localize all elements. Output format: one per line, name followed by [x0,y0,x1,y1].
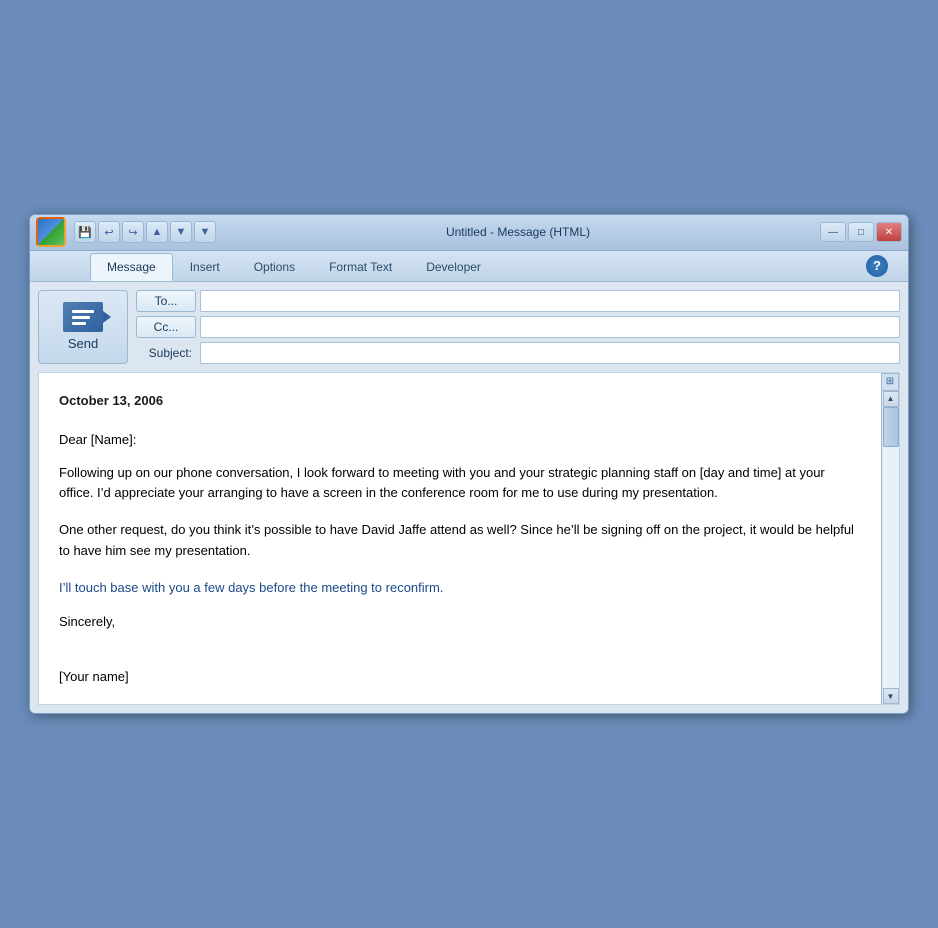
icon-line-2 [72,316,90,319]
email-closing: Sincerely, [59,614,857,629]
email-paragraph-1: Following up on our phone conversation, … [59,463,857,505]
scroll-top-icon[interactable]: ⊞ [881,373,899,391]
minimize-button[interactable]: — [820,222,846,242]
cc-row: Cc... [136,316,900,338]
office-logo [36,217,66,247]
icon-line-3 [72,322,86,325]
save-button[interactable]: 💾 [74,221,96,243]
to-input[interactable] [200,290,900,312]
subject-label: Subject: [136,346,196,360]
tab-format-text[interactable]: Format Text [312,253,409,281]
to-button[interactable]: To... [136,290,196,312]
email-paragraph-2: One other request, do you think it’s pos… [59,520,857,562]
tab-developer[interactable]: Developer [409,253,498,281]
subject-row: Subject: [136,342,900,364]
email-content[interactable]: October 13, 2006 Dear [Name]: Following … [39,373,881,705]
tab-message[interactable]: Message [90,253,173,281]
window-controls: — □ ✕ [820,222,902,242]
email-signature: [Your name] [59,669,857,684]
email-date: October 13, 2006 [59,393,857,408]
undo-button[interactable]: ↩ [98,221,120,243]
scroll-track [883,407,899,689]
send-label: Send [68,336,98,351]
to-row: To... [136,290,900,312]
subject-input[interactable] [200,342,900,364]
window-title: Untitled - Message (HTML) [220,225,816,239]
title-bar: 💾 ↩ ↪ ▲ ▼ ▼ Untitled - Message (HTML) — … [30,215,908,251]
email-header: Send To... Cc... Subject: [30,282,908,372]
cc-button[interactable]: Cc... [136,316,196,338]
email-paragraph-3: I’ll touch base with you a few days befo… [59,578,857,599]
down-button[interactable]: ▼ [170,221,192,243]
send-icon [63,302,103,332]
scroll-up-button[interactable]: ▲ [883,391,899,407]
ribbon-tabs: Message Insert Options Format Text Devel… [30,251,908,282]
outlook-window: 💾 ↩ ↪ ▲ ▼ ▼ Untitled - Message (HTML) — … [29,214,909,715]
close-button[interactable]: ✕ [876,222,902,242]
tab-options[interactable]: Options [237,253,312,281]
email-salutation: Dear [Name]: [59,432,857,447]
redo-button[interactable]: ↪ [122,221,144,243]
icon-line-1 [72,310,94,313]
maximize-button[interactable]: □ [848,222,874,242]
customize-qat-button[interactable]: ▼ [194,221,216,243]
cc-input[interactable] [200,316,900,338]
quick-access-toolbar: 💾 ↩ ↪ ▲ ▼ ▼ [74,221,216,243]
scroll-thumb[interactable] [883,407,899,447]
up-button[interactable]: ▲ [146,221,168,243]
scroll-down-button[interactable]: ▼ [883,688,899,704]
tab-insert[interactable]: Insert [173,253,237,281]
address-fields: To... Cc... Subject: [136,282,908,372]
email-body-container: ⊞ ▲ ▼ October 13, 2006 Dear [Name]: Foll… [38,372,900,706]
send-button[interactable]: Send [38,290,128,364]
help-icon[interactable]: ? [866,255,888,277]
scrollbar: ▲ ▼ [881,391,899,705]
